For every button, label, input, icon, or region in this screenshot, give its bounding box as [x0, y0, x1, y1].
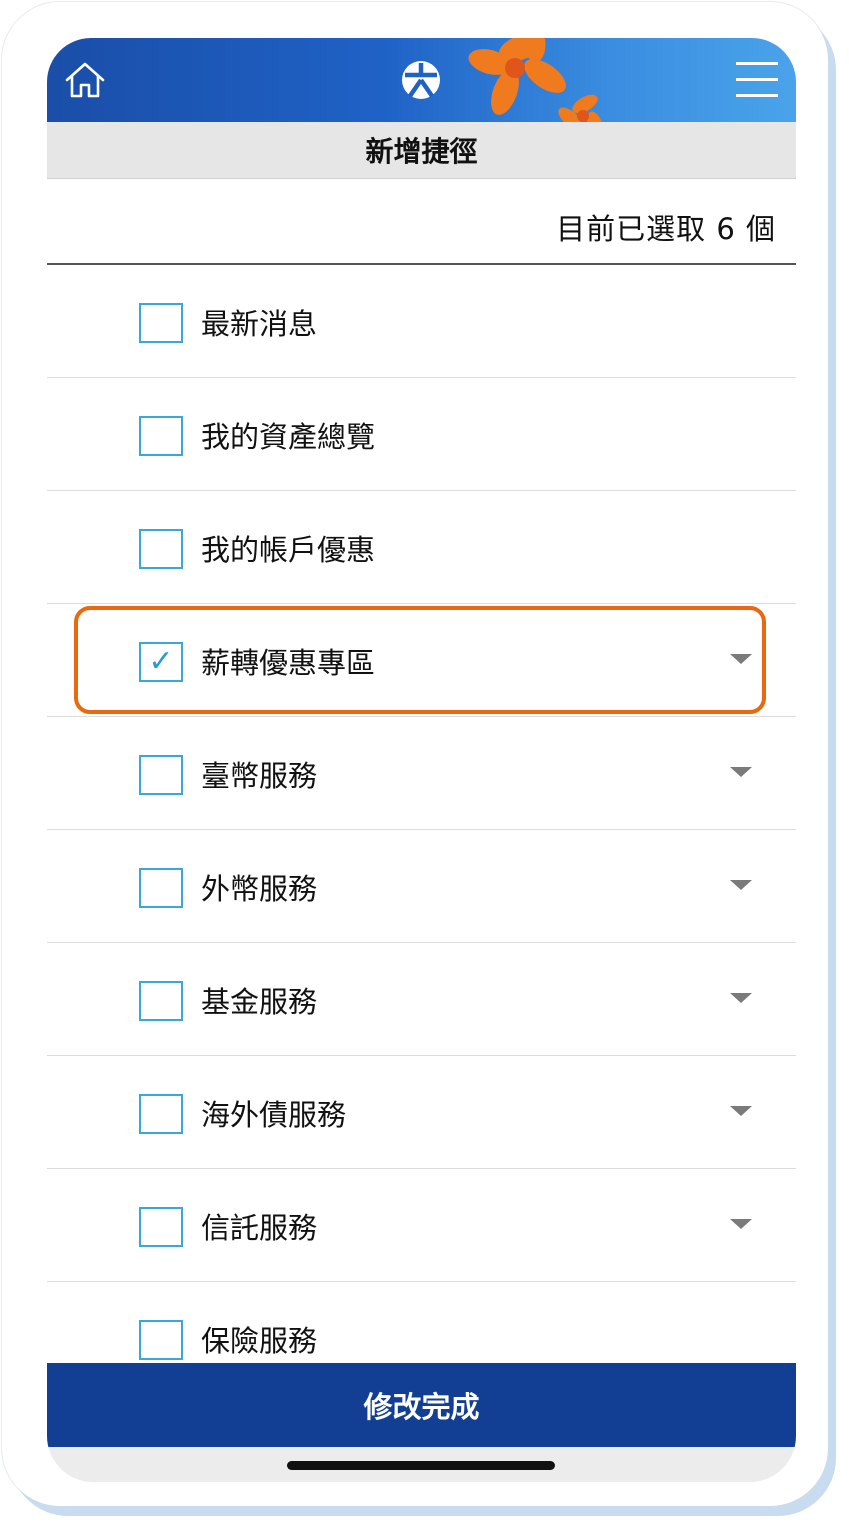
checkbox[interactable] [139, 755, 183, 795]
item-label: 海外債服務 [201, 1098, 347, 1132]
item-label: 基金服務 [201, 985, 318, 1019]
selected-count: 目前已選取 6 個 [556, 212, 776, 246]
checkbox[interactable] [139, 1207, 183, 1247]
phone-frame: 新增捷徑 目前已選取 6 個 最新消息 我的資產總覽 我的帳戶優惠 ✓ 薪轉優惠… [2, 2, 828, 1506]
flower-decoration-icon [468, 38, 603, 122]
chevron-down-icon[interactable] [730, 1106, 752, 1116]
chevron-down-icon[interactable] [730, 1219, 752, 1229]
list-item[interactable]: 最新消息 [47, 265, 796, 378]
list-item[interactable]: 我的資產總覽 [47, 378, 796, 491]
checkbox[interactable] [139, 1094, 183, 1134]
done-button[interactable]: 修改完成 [47, 1363, 796, 1447]
bank-logo-icon [401, 60, 441, 100]
list-item[interactable]: 海外債服務 [47, 1056, 796, 1169]
shortcut-list: 最新消息 我的資產總覽 我的帳戶優惠 ✓ 薪轉優惠專區 臺幣服務 外幣服務 基金… [47, 265, 796, 1395]
checkbox[interactable] [139, 981, 183, 1021]
checkbox-checked[interactable]: ✓ [139, 642, 183, 682]
list-item[interactable]: ✓ 薪轉優惠專區 [47, 604, 796, 717]
checkbox[interactable] [139, 1320, 183, 1360]
list-item[interactable]: 基金服務 [47, 943, 796, 1056]
checkbox[interactable] [139, 529, 183, 569]
item-label: 信託服務 [201, 1211, 318, 1245]
item-label: 外幣服務 [201, 872, 318, 906]
page-title: 新增捷徑 [47, 122, 796, 179]
home-icon[interactable] [63, 58, 107, 102]
list-item[interactable]: 臺幣服務 [47, 717, 796, 830]
chevron-down-icon[interactable] [730, 880, 752, 890]
chevron-down-icon[interactable] [730, 654, 752, 664]
home-indicator-area [47, 1447, 796, 1482]
item-label: 薪轉優惠專區 [201, 646, 376, 680]
item-label: 我的資產總覽 [201, 420, 376, 454]
home-indicator[interactable] [287, 1461, 555, 1470]
hamburger-menu-icon[interactable] [736, 60, 778, 100]
checkbox[interactable] [139, 416, 183, 456]
top-bar [47, 38, 796, 122]
list-item[interactable]: 外幣服務 [47, 830, 796, 943]
checkbox[interactable] [139, 303, 183, 343]
app-screen: 新增捷徑 目前已選取 6 個 最新消息 我的資產總覽 我的帳戶優惠 ✓ 薪轉優惠… [47, 38, 796, 1482]
chevron-down-icon[interactable] [730, 767, 752, 777]
checkmark-icon: ✓ [148, 644, 174, 679]
item-label: 臺幣服務 [201, 759, 318, 793]
item-label: 最新消息 [201, 307, 318, 341]
item-label: 保險服務 [201, 1324, 318, 1358]
list-item[interactable]: 我的帳戶優惠 [47, 491, 796, 604]
checkbox[interactable] [139, 868, 183, 908]
chevron-down-icon[interactable] [730, 993, 752, 1003]
item-label: 我的帳戶優惠 [201, 533, 376, 567]
list-item[interactable]: 信託服務 [47, 1169, 796, 1282]
